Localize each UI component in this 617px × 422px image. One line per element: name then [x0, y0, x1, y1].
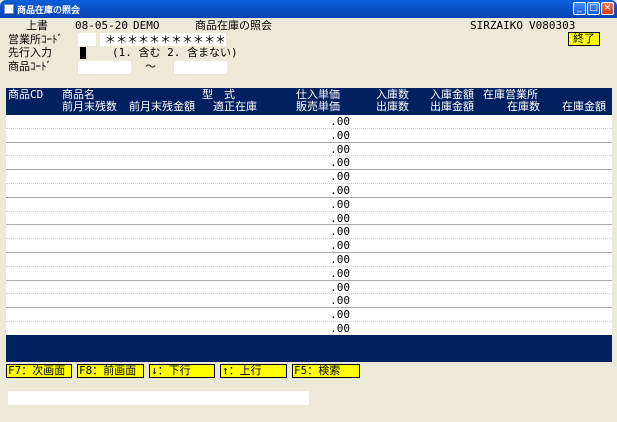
- purchase-price-cell: .00: [330, 225, 350, 239]
- date-label: 08-05-20: [75, 19, 128, 32]
- header-prev-qty: 前月末残数: [62, 100, 117, 113]
- sale-price-cell: .00: [330, 156, 350, 170]
- sale-price-cell: .00: [330, 239, 350, 253]
- mode-label: 上書: [26, 19, 48, 32]
- header-out-qty: 出庫数: [376, 100, 409, 113]
- company-label: DEMO: [133, 19, 160, 32]
- purchase-price-cell: .00: [330, 115, 350, 128]
- table-row[interactable]: .00 .00: [6, 225, 612, 253]
- table-row[interactable]: .00 .00: [6, 115, 612, 143]
- message-field: [8, 391, 309, 405]
- close-icon[interactable]: ×: [601, 2, 614, 15]
- header-code: 商品CD: [8, 88, 44, 101]
- table-row[interactable]: .00 .00: [6, 253, 612, 281]
- advance-input-hint: (1. 含む 2. 含まない): [112, 46, 238, 59]
- purchase-price-cell: .00: [330, 170, 350, 184]
- sale-price-cell: .00: [330, 294, 350, 308]
- window-title: 商品在庫の照会: [17, 6, 81, 16]
- sale-price-cell: .00: [330, 128, 350, 142]
- program-id: SIRZAIKO: [470, 19, 523, 32]
- sale-price-cell: .00: [330, 266, 350, 280]
- header-prev-amt: 前月末残金額: [129, 100, 195, 113]
- product-code-label: 商品ｺｰﾄﾞ: [8, 60, 52, 73]
- stock-table: 商品CD 商品名 型 式 仕入単価 入庫数 入庫金額 在庫営業所 前月末残数 前…: [6, 88, 612, 362]
- table-header: 商品CD 商品名 型 式 仕入単価 入庫数 入庫金額 在庫営業所 前月末残数 前…: [6, 88, 612, 115]
- purchase-price-cell: .00: [330, 197, 350, 211]
- table-row[interactable]: .00 .00: [6, 281, 612, 309]
- office-code-input[interactable]: [78, 33, 96, 46]
- product-code-to-input[interactable]: [174, 61, 227, 74]
- purchase-price-cell: .00: [330, 280, 350, 294]
- sale-price-cell: .00: [330, 183, 350, 197]
- table-row[interactable]: .00 .00: [6, 170, 612, 198]
- app-icon: [4, 4, 14, 14]
- title-bar: 商品在庫の照会 _ □ ×: [0, 0, 617, 18]
- advance-input-field[interactable]: [80, 47, 86, 59]
- header-stock-amt: 在庫金額: [562, 100, 606, 113]
- header-stock-qty: 在庫数: [507, 100, 540, 113]
- product-code-from-input[interactable]: [78, 61, 131, 74]
- advance-input-label: 先行入力: [8, 46, 52, 59]
- office-code-label: 営業所ｺｰﾄﾞ: [8, 33, 63, 46]
- sale-price-cell: .00: [330, 211, 350, 225]
- search-button[interactable]: F5：検索: [292, 364, 360, 378]
- office-name-field: ＊＊＊＊＊＊＊＊＊＊＊: [100, 33, 226, 46]
- maximize-icon[interactable]: □: [587, 2, 600, 15]
- header-out-amt: 出庫金額: [430, 100, 474, 113]
- table-footer: [6, 335, 612, 362]
- next-screen-button[interactable]: F7：次画面: [6, 364, 72, 378]
- purchase-price-cell: .00: [330, 142, 350, 156]
- header-sale-price: 販売単価: [296, 100, 340, 113]
- end-button[interactable]: 終了: [568, 32, 600, 46]
- next-row-button[interactable]: ↓：下行: [149, 364, 215, 378]
- header-proper-stock: 適正在庫: [213, 100, 257, 113]
- sale-price-cell: .00: [330, 321, 350, 335]
- prev-row-button[interactable]: ↑：上行: [220, 364, 287, 378]
- table-row[interactable]: .00 .00: [6, 143, 612, 171]
- range-separator: ～: [145, 60, 156, 73]
- purchase-price-cell: .00: [330, 308, 350, 322]
- version-label: V080303: [529, 19, 576, 32]
- table-row[interactable]: .00 .00: [6, 198, 612, 226]
- minimize-icon[interactable]: _: [573, 2, 586, 15]
- table-row[interactable]: .00 .00: [6, 308, 612, 336]
- prev-screen-button[interactable]: F8：前画面: [77, 364, 144, 378]
- table-body: .00 .00 .00 .00 .00 .00 .00 .00 .00 .00 …: [6, 115, 612, 336]
- screen-title: 商品在庫の照会: [195, 19, 272, 32]
- purchase-price-cell: .00: [330, 252, 350, 266]
